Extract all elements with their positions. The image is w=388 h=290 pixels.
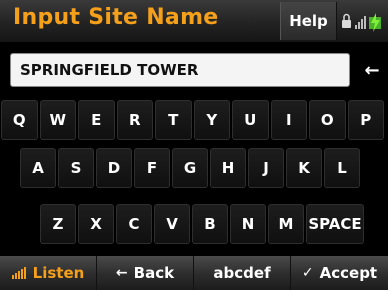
- key-t[interactable]: T: [155, 100, 192, 140]
- page-title: Input Site Name: [13, 5, 219, 30]
- site-name-input[interactable]: SPRINGFIELD TOWER: [10, 53, 350, 87]
- key-g[interactable]: G: [172, 148, 208, 188]
- listen-label: Listen: [32, 264, 85, 282]
- keyboard-mode-button[interactable]: abcdef: [194, 256, 291, 290]
- key-i[interactable]: I: [270, 100, 307, 140]
- key-e[interactable]: E: [78, 100, 115, 140]
- key-k[interactable]: K: [286, 148, 322, 188]
- key-r[interactable]: R: [116, 100, 153, 140]
- key-v[interactable]: V: [154, 204, 190, 244]
- key-l[interactable]: L: [324, 148, 360, 188]
- accept-label: Accept: [319, 264, 378, 282]
- status-icons: [342, 13, 381, 32]
- key-y[interactable]: Y: [193, 100, 230, 140]
- key-a[interactable]: A: [20, 148, 56, 188]
- key-h[interactable]: H: [210, 148, 246, 188]
- help-button[interactable]: Help: [280, 2, 337, 40]
- accept-button[interactable]: ✓ Accept: [291, 256, 388, 290]
- backspace-arrow-icon: ←: [364, 59, 380, 81]
- key-p[interactable]: P: [347, 100, 384, 140]
- backspace-button[interactable]: ←: [356, 53, 388, 87]
- bottom-bar: Listen ← Back abcdef ✓ Accept: [0, 256, 388, 290]
- key-j[interactable]: J: [248, 148, 284, 188]
- key-z[interactable]: Z: [40, 204, 76, 244]
- sound-bars-icon: [11, 267, 26, 279]
- back-button[interactable]: ← Back: [97, 256, 194, 290]
- back-arrow-icon: ←: [115, 265, 128, 281]
- checkmark-icon: ✓: [301, 265, 314, 281]
- key-x[interactable]: X: [78, 204, 114, 244]
- signal-bars-icon: [355, 16, 366, 29]
- keyboard-mode-label: abcdef: [213, 264, 271, 282]
- key-w[interactable]: W: [39, 100, 76, 140]
- key-d[interactable]: D: [96, 148, 132, 188]
- key-b[interactable]: B: [192, 204, 228, 244]
- key-m[interactable]: M: [268, 204, 304, 244]
- input-row: SPRINGFIELD TOWER ←: [0, 48, 388, 94]
- key-space[interactable]: SPACE: [306, 204, 364, 244]
- key-u[interactable]: U: [232, 100, 269, 140]
- header-bar: Input Site Name Help: [0, 0, 388, 42]
- key-n[interactable]: N: [230, 204, 266, 244]
- key-c[interactable]: C: [116, 204, 152, 244]
- lock-icon: [342, 13, 351, 28]
- key-f[interactable]: F: [134, 148, 170, 188]
- back-label: Back: [133, 264, 175, 282]
- key-o[interactable]: O: [309, 100, 346, 140]
- battery-charging-icon: [369, 13, 381, 32]
- key-s[interactable]: S: [58, 148, 94, 188]
- key-q[interactable]: Q: [1, 100, 38, 140]
- listen-button[interactable]: Listen: [0, 256, 97, 290]
